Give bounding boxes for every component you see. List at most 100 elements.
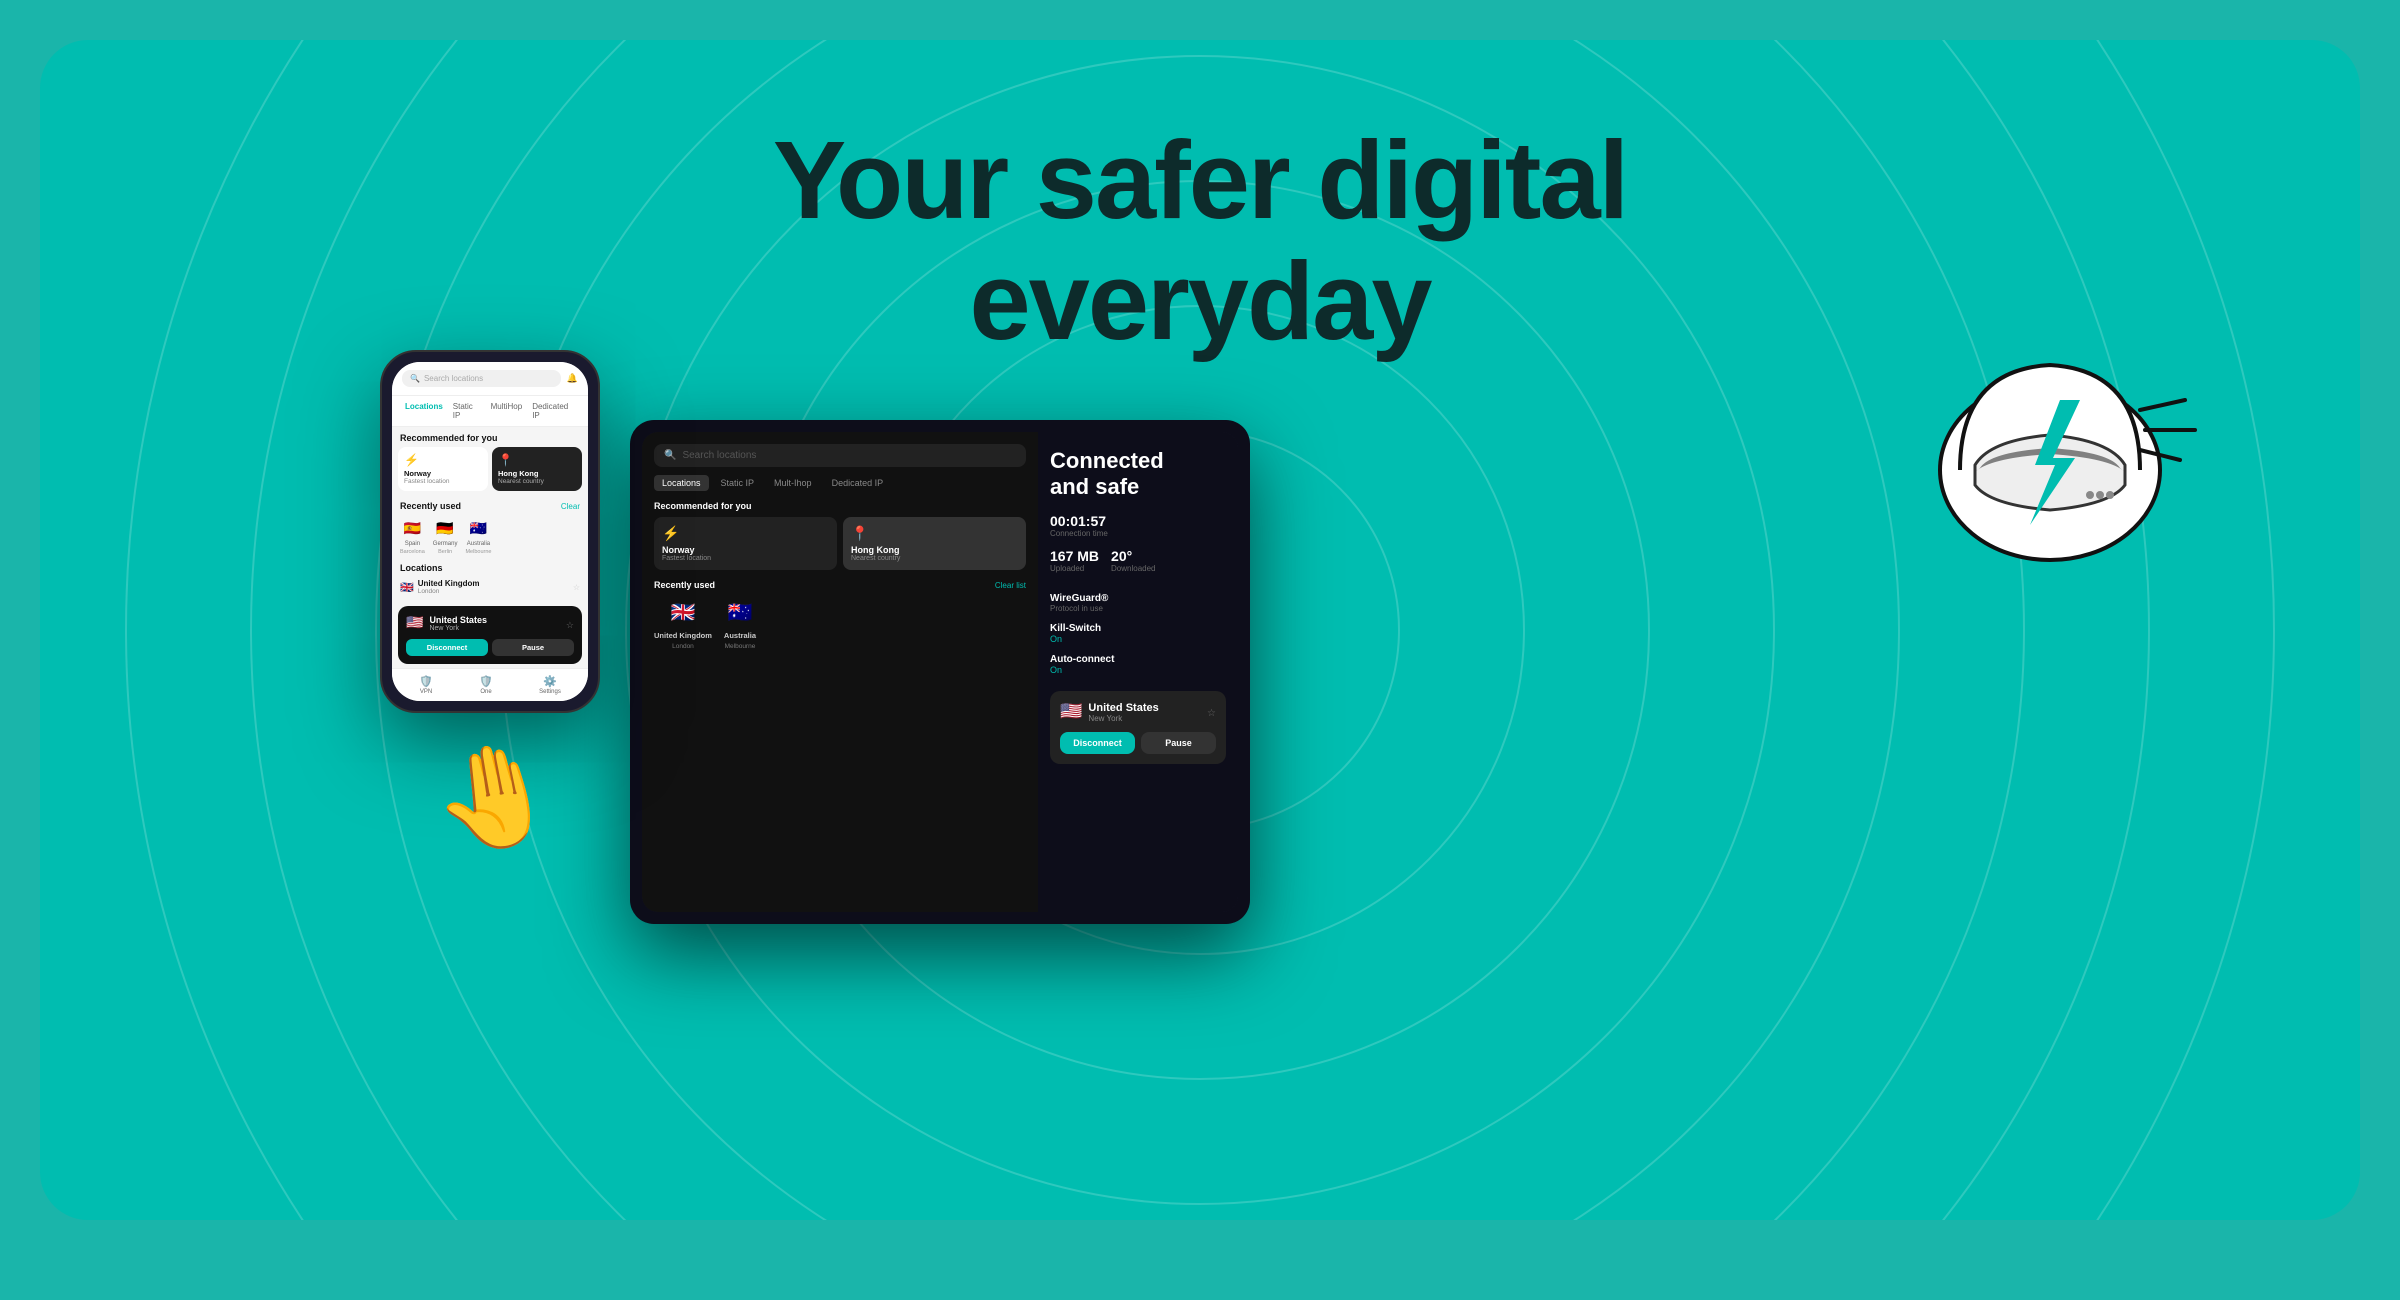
norway-name: Norway [404,469,482,478]
locations-title: Locations [400,563,580,573]
helmet-svg [1900,310,2200,610]
t-us-favorite-icon[interactable]: ☆ [1207,703,1216,721]
tab-dedicated-ip[interactable]: Dedicated IP [527,400,580,422]
spain-city: Barcelona [400,549,425,555]
t-us-country: United States [1088,702,1158,714]
t-rec-norway[interactable]: ⚡ Norway Fastest location [654,517,837,570]
recently-used-header: Recently used Clear [392,497,588,513]
phone-tabs: Locations Static IP MultiHop Dedicated I… [392,396,588,427]
recent-australia[interactable]: 🇦🇺 Australia Melbourne [465,517,491,555]
connection-time-label: Connection time [1050,529,1226,538]
t-hongkong-icon: 📍 [851,525,1018,542]
rec-card-norway[interactable]: ⚡ Norway Fastest location [398,447,488,491]
t-uk-name: United Kingdom [654,631,712,640]
us-city: New York [429,625,487,632]
t-clear-button[interactable]: Clear list [995,581,1026,590]
tablet-left-panel: 🔍 Search locations Locations Static IP M… [642,432,1038,912]
bell-icon: 🔔 [567,373,578,384]
t-tab-static-ip[interactable]: Static IP [713,475,763,491]
download-stat: 20° Downloaded [1111,548,1155,573]
t-rec-grid: ⚡ Norway Fastest location 📍 Hong Kong Ne… [654,517,1026,570]
t-tab-multihop[interactable]: Mult-Ihop [766,475,820,491]
connected-label: Connectedand safe [1050,448,1226,501]
us-country: United States [429,615,487,625]
phone-device: 🔍 Search locations 🔔 Locations Static IP… [380,350,600,713]
phone-nav: 🛡️ VPN 🛡️ One ⚙️ Settings [392,668,588,701]
t-us-info: United States New York [1088,702,1158,723]
nav-settings[interactable]: ⚙️ Settings [539,675,561,695]
t-rec-hongkong[interactable]: 📍 Hong Kong Nearest country [843,517,1026,570]
t-australia-city: Melbourne [725,643,756,650]
germany-flag: 🇩🇪 [434,517,456,539]
tablet-pause-button[interactable]: Pause [1141,732,1216,754]
auto-connect-label: Auto-connect [1050,654,1226,665]
phone-connected-card: 🇺🇸 United States New York ☆ Disconnect P… [398,606,582,664]
transfer-stats: 167 MB Uploaded 20° Downloaded [1050,548,1226,583]
t-flags-row: 🇬🇧 United Kingdom London 🇦🇺 Australia Me… [654,596,1026,650]
t-tab-dedicated-ip[interactable]: Dedicated IP [824,475,892,491]
phone-search-input[interactable]: 🔍 Search locations [402,370,561,387]
tablet-search[interactable]: 🔍 Search locations [654,444,1026,467]
protocol-value: WireGuard® [1050,593,1226,604]
t-hongkong-name: Hong Kong [851,545,1018,555]
t-tab-locations[interactable]: Locations [654,475,709,491]
phone-pause-button[interactable]: Pause [492,639,574,656]
kill-switch-status: On [1050,634,1226,644]
clear-button[interactable]: Clear [561,502,580,511]
tablet-search-placeholder: Search locations [682,450,756,461]
australia-name: Australia [467,541,490,547]
nav-vpn[interactable]: 🛡️ VPN [419,675,433,695]
t-recent-australia[interactable]: 🇦🇺 Australia Melbourne [724,596,756,650]
connected-status: Connectedand safe 00:01:57 Connection ti… [1050,448,1226,675]
t-recommended-title: Recommended for you [654,501,1026,511]
norway-sub: Fastest location [404,478,482,485]
location-uk-left: 🇬🇧 United Kingdom London [400,579,479,595]
t-norway-sub: Fastest location [662,555,829,562]
tablet-disconnect-button[interactable]: Disconnect [1060,732,1135,754]
kill-switch-info: Kill-Switch On [1050,623,1226,644]
tablet-right-panel: Connectedand safe 00:01:57 Connection ti… [1038,432,1238,912]
location-uk[interactable]: 🇬🇧 United Kingdom London ☆ [400,576,580,598]
search-placeholder: Search locations [424,374,483,383]
t-recent-uk[interactable]: 🇬🇧 United Kingdom London [654,596,712,650]
norway-icon: ⚡ [404,453,482,467]
rec-card-hongkong[interactable]: 📍 Hong Kong Nearest country [492,447,582,491]
germany-city: Berlin [438,549,452,555]
phone-action-buttons: Disconnect Pause [406,639,574,656]
uk-info: United Kingdom London [418,579,480,595]
t-uk-flag: 🇬🇧 [667,596,699,628]
phone-search-bar: 🔍 Search locations 🔔 [392,362,588,396]
recommended-title: Recommended for you [392,427,588,447]
one-icon: 🛡️ [479,675,493,688]
upload-label: Uploaded [1050,564,1099,573]
spain-name: Spain [405,541,420,547]
tablet-search-icon: 🔍 [664,450,676,461]
tablet-screen: 🔍 Search locations Locations Static IP M… [642,432,1238,912]
uk-favorite-icon[interactable]: ☆ [573,583,580,592]
t-hongkong-sub: Nearest country [851,555,1018,562]
tab-multihop[interactable]: MultiHop [486,400,528,422]
t-norway-icon: ⚡ [662,525,829,542]
helmet-illustration [1900,310,2200,610]
recent-germany[interactable]: 🇩🇪 Germany Berlin [433,517,458,555]
uk-name: United Kingdom [418,579,480,588]
upload-stat: 167 MB Uploaded [1050,548,1099,573]
tablet-action-buttons: Disconnect Pause [1060,732,1216,754]
us-favorite-icon[interactable]: ☆ [566,615,574,633]
connection-time: 00:01:57 [1050,513,1226,529]
uk-city: London [418,588,480,595]
tab-static-ip[interactable]: Static IP [448,400,486,422]
recent-spain[interactable]: 🇪🇸 Spain Barcelona [400,517,425,555]
hongkong-name: Hong Kong [498,469,576,478]
phone-mockup: 🔍 Search locations 🔔 Locations Static IP… [320,350,660,713]
spain-flag: 🇪🇸 [401,517,423,539]
nav-one[interactable]: 🛡️ One [479,675,493,695]
connection-time-stat: 00:01:57 Connection time [1050,513,1226,538]
phone-disconnect-button[interactable]: Disconnect [406,639,488,656]
main-container: Your safer digital everyday 🔍 Search loc… [40,40,2360,1220]
tab-locations[interactable]: Locations [400,400,448,422]
recently-used-title: Recently used [400,501,461,511]
australia-city: Melbourne [465,549,491,555]
t-us-city: New York [1088,714,1158,723]
australia-flag: 🇦🇺 [467,517,489,539]
